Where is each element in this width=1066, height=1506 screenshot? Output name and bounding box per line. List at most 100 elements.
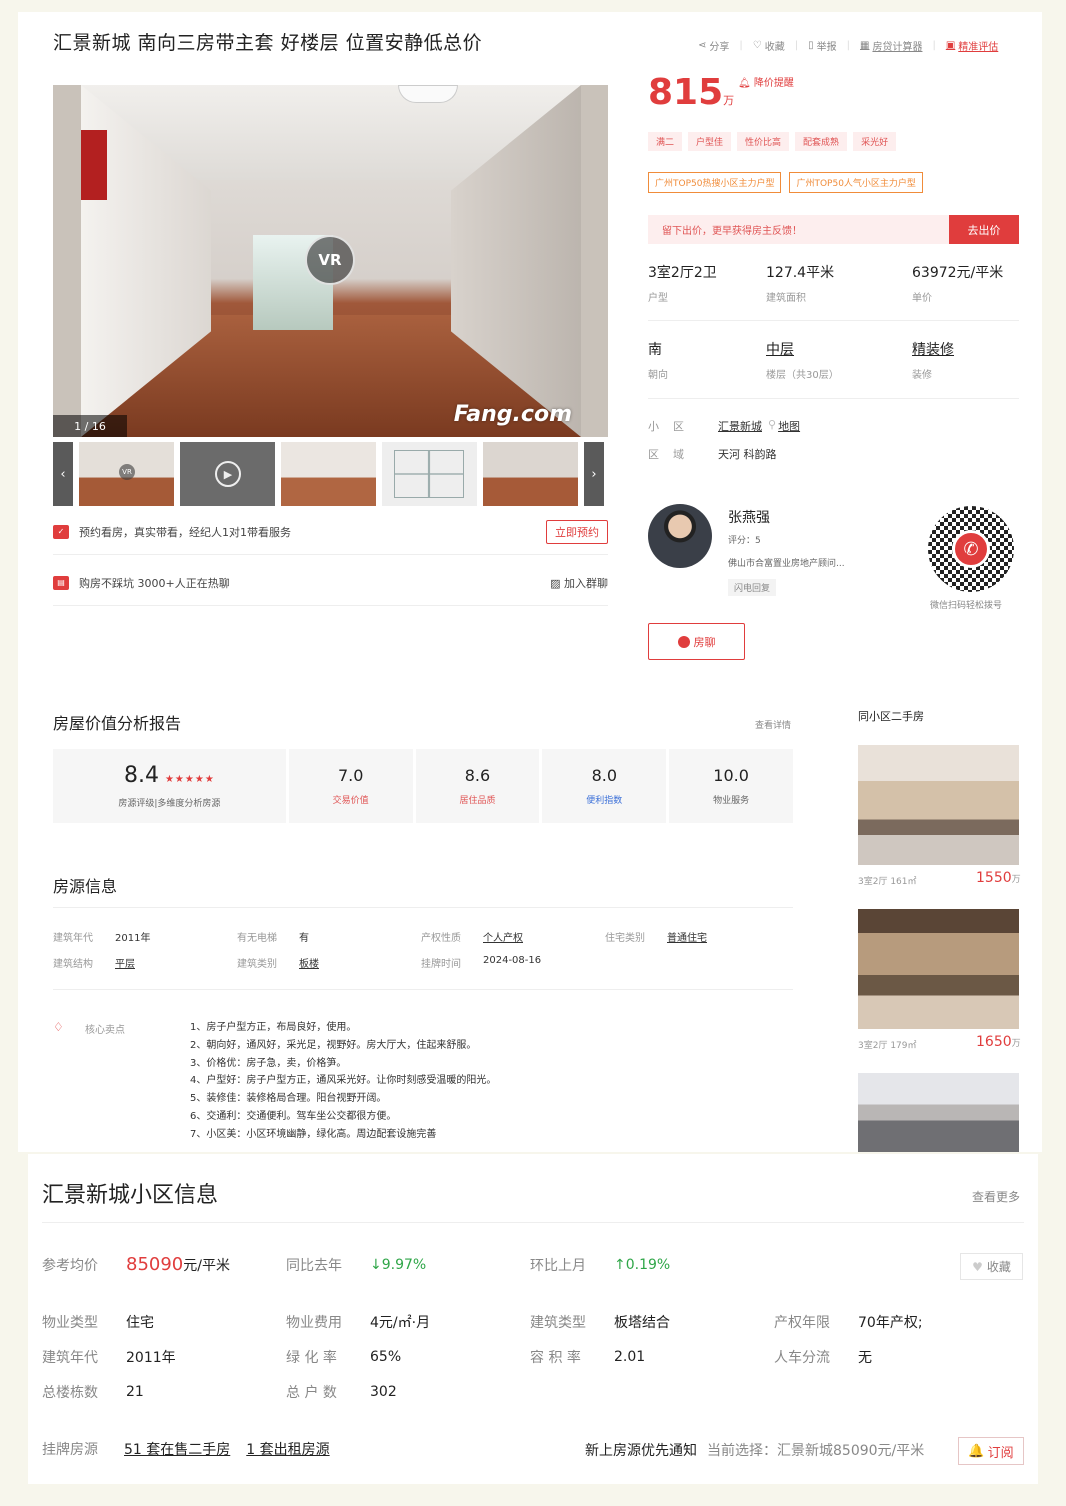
listing-photo[interactable] <box>858 745 1019 865</box>
thumbnail[interactable] <box>281 442 376 506</box>
report-icon: ▯ <box>808 40 814 51</box>
agent-company: 佛山市合富置业房地产顾问... <box>728 559 845 569</box>
rank-tag[interactable]: 广州TOP50热搜小区主力户型 <box>648 172 782 193</box>
thumbnail-floorplan[interactable] <box>382 442 477 506</box>
listing-title: 汇景新城 南向三房带主套 好楼层 位置安静低总价 <box>53 32 483 54</box>
chat-bubble-icon: ▤ <box>53 575 69 590</box>
agent-name[interactable]: 张燕强 <box>728 507 770 527</box>
source-field: 建筑结构 平层 <box>53 959 135 970</box>
divider <box>53 989 793 990</box>
favorite-community-button[interactable]: ♥ 收藏 <box>960 1253 1023 1280</box>
floor-stat[interactable]: 中层 楼层（共30层） <box>766 339 912 398</box>
thumb-prev-button[interactable]: ‹ <box>53 442 73 506</box>
rank-tags: 广州TOP50热搜小区主力户型 广州TOP50人气小区主力户型 <box>648 172 923 193</box>
key-stats: 3室2厅2卫 户型 127.4平米 建筑面积 63972元/平米 单价 <box>648 262 1019 321</box>
price-row: 参考均价 85090 元/平米 同比去年 ↓9.97% 环比上月 ↑0.19% <box>42 1254 774 1275</box>
yoy-change: 同比去年 ↓9.97% <box>286 1256 427 1274</box>
photo-counter: 1 / 16 <box>53 415 127 437</box>
vr-button[interactable]: VR <box>305 235 355 285</box>
report-action[interactable]: ▯ 举报 <box>808 38 837 53</box>
community-info-title: 汇景新城小区信息 <box>42 1183 219 1208</box>
source-field: 有无电梯有 <box>237 933 309 944</box>
booking-text: 预约看房，真实带看，经纪人1对1带看服务 <box>79 525 291 539</box>
decoration-stat[interactable]: 精装修 装修 <box>912 339 954 398</box>
report-title: 房屋价值分析报告 <box>53 714 182 733</box>
valuation-link[interactable]: ▣ 精准评估 <box>946 38 998 53</box>
source-row: 建筑结构 平层 建筑类别 板楼 挂牌时间 2024-08-16 <box>53 955 605 970</box>
make-offer-button[interactable]: 去出价 <box>949 215 1019 244</box>
mortgage-calculator-link[interactable]: ▦ 房贷计算器 <box>860 38 922 53</box>
mom-change: 环比上月 ↑0.19% <box>530 1256 671 1274</box>
fast-reply-badge: 闪电回复 <box>728 579 777 596</box>
listing-price[interactable]: 1650万 <box>976 1034 1021 1050</box>
report-detail-link[interactable]: 查看详情 <box>755 718 791 731</box>
notify-row: 新上房源优先通知 当前选择：汇景新城85090元/平米 <box>585 1440 924 1460</box>
rank-tag[interactable]: 广州TOP50人气小区主力户型 <box>789 172 923 193</box>
source-title: 房源信息 <box>53 877 118 896</box>
agent-avatar[interactable] <box>648 504 712 568</box>
view-more-link[interactable]: 查看更多 <box>972 1188 1020 1205</box>
book-visit-button[interactable]: 立即预约 <box>546 519 608 544</box>
star-rating-icon: ★★★★★ <box>164 774 215 785</box>
info-field: 产权年限 70年产权; <box>774 1315 923 1331</box>
divider: | <box>846 40 850 51</box>
selling-point: 2、朝向好，通风好，采光足，视野好。房大厅大，住起来舒服。 <box>190 1039 477 1051</box>
selling-point: 1、房子户型方正，布局良好，使用。 <box>190 1022 357 1033</box>
chat-icon <box>677 635 690 648</box>
listing-photo[interactable] <box>858 909 1019 1029</box>
info-field: 绿 化 率 65% <box>286 1349 402 1366</box>
detail-stats: 南朝向 中层 楼层（共30层） 精装修 装修 <box>648 339 1019 399</box>
feature-tag: 户型佳 <box>688 132 732 151</box>
group-chat-row: ▤ 购房不踩坑 3000+人正在热聊 ▨ 加入群聊 <box>53 560 608 606</box>
group-chat-text: 购房不踩坑 3000+人正在热聊 <box>79 576 230 590</box>
group-icon: ▨ <box>550 576 564 590</box>
subscribe-button[interactable]: 🔔 订阅 <box>958 1437 1024 1465</box>
bell-icon: 🔔 <box>968 1443 985 1459</box>
listing-meta: 3室2厅 161㎡ <box>858 877 917 887</box>
layout-stat: 3室2厅2卫 户型 <box>648 265 717 304</box>
chevron-right-icon: › <box>591 466 597 482</box>
feature-tag: 满二 <box>648 132 683 151</box>
favorite-action[interactable]: ♡ 收藏 <box>753 38 785 53</box>
feature-tag: 配套成熟 <box>795 132 848 151</box>
map-link[interactable]: 地图 <box>778 418 800 434</box>
sale-listings-link[interactable]: 51 套在售二手房 <box>124 1439 230 1459</box>
thumb-next-button[interactable]: › <box>584 442 604 506</box>
feature-tags: 满二 户型佳 性价比高 配套成熟 采光好 <box>648 132 897 151</box>
map-pin-icon: ⚲ <box>768 418 777 431</box>
unit-price-stat: 63972元/平米 单价 <box>912 265 1004 304</box>
price-drop-alert[interactable]: 🔔︎ 降价提醒 <box>738 74 794 89</box>
listing-meta: 3室2厅 179㎡ <box>858 1041 917 1051</box>
main-photo[interactable]: VR Fang.com 1 / 16 <box>53 85 608 437</box>
total-price: 815万 <box>648 72 735 113</box>
offer-text: 留下出价，更早获得房主反馈！ <box>662 226 802 237</box>
source-field: 产权性质 个人产权 <box>421 933 523 944</box>
join-group-button[interactable]: ▨ 加入群聊 <box>550 575 608 591</box>
listing-photo[interactable] <box>858 1073 1019 1152</box>
chat-button[interactable]: 房聊 <box>648 623 745 660</box>
rent-listings-link[interactable]: 1 套出租房源 <box>246 1439 329 1459</box>
community-link[interactable]: 汇景新城 <box>718 418 762 434</box>
selling-point: 4、户型好：房子户型方正，通风采光好。让你时刻感受温暖的阳光。 <box>190 1075 497 1087</box>
thumbnail[interactable] <box>483 442 578 506</box>
info-field: 建筑年代 2011年 <box>42 1350 176 1366</box>
info-field: 总 户 数 302 <box>286 1384 397 1401</box>
feature-tag: 性价比高 <box>737 132 790 151</box>
thumbnail[interactable]: VR <box>79 442 174 506</box>
source-field: 建筑年代 2011年 <box>53 933 151 944</box>
info-row: 建筑年代 2011年 绿 化 率 65% 容 积 率 2.01 人车分流无 <box>42 1347 1018 1367</box>
thumbnail-video[interactable]: ▶ <box>180 442 275 506</box>
source-field: 住宅类别 普通住宅 <box>605 933 707 944</box>
play-icon: ▶ <box>215 461 241 487</box>
selling-point: 7、小区美：小区环境幽静，绿化高。周边配套设施完善 <box>190 1128 437 1140</box>
source-field: 建筑类别 板楼 <box>237 959 319 970</box>
share-action[interactable]: ⋖ 分享 <box>698 38 729 53</box>
score-card: 7.0 交易价值 <box>288 749 413 823</box>
selling-point: 3、价格优：房子急，卖，价格笋。 <box>190 1057 347 1069</box>
ceiling-lamp <box>398 85 458 103</box>
listing-price[interactable]: 1550万 <box>976 870 1021 886</box>
vr-icon: VR <box>119 464 135 480</box>
overall-score-line: 8.4 ★★★★★ <box>123 763 215 788</box>
bell-icon: 🔔︎ <box>738 78 754 89</box>
community-key: 小区 <box>648 420 698 433</box>
